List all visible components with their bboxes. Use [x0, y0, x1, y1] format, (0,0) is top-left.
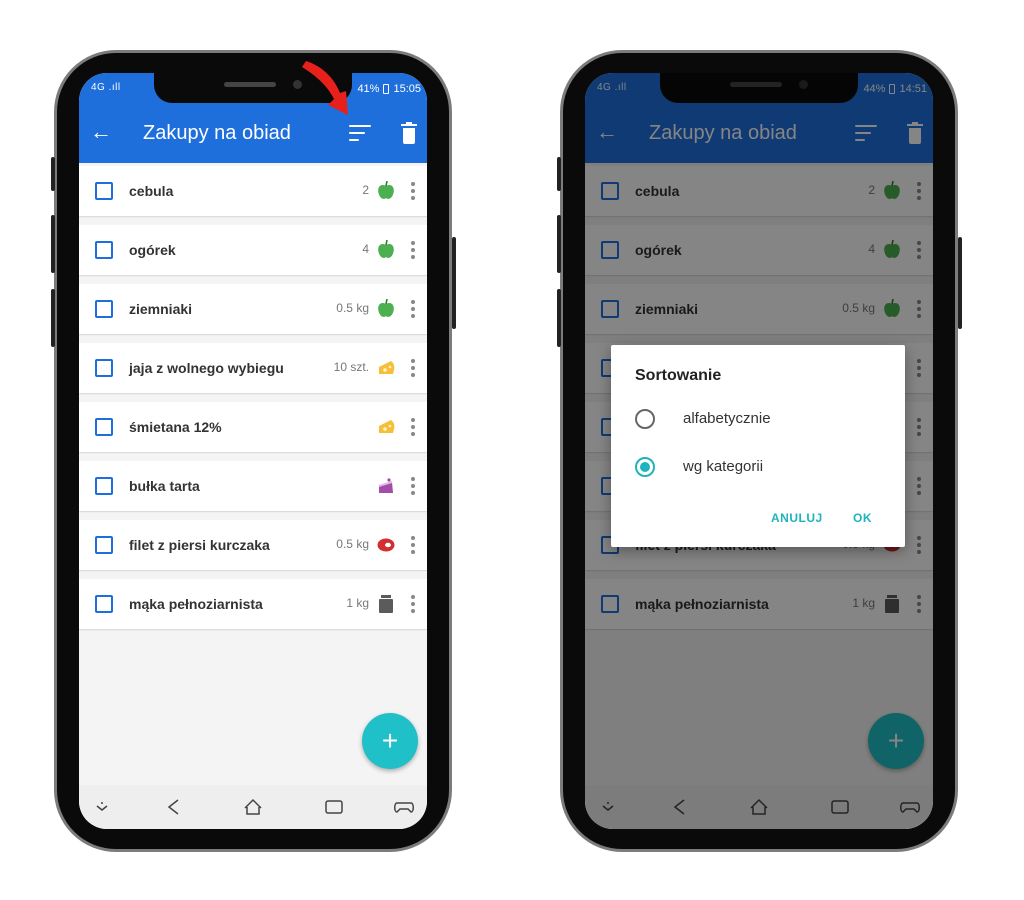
- screen: 4G .ıll 41% 15:05 ← Zakupy na obiad cebu…: [79, 73, 427, 829]
- dialog-title: Sortowanie: [635, 367, 722, 384]
- more-options-icon[interactable]: [411, 595, 415, 613]
- sort-dialog: Sortowanie alfabetycznie wg kategorii AN…: [611, 345, 905, 547]
- clock: 15:05: [393, 83, 421, 95]
- list-item[interactable]: ogórek 4: [79, 225, 427, 275]
- option-label: wg kategorii: [683, 458, 764, 475]
- item-quantity: 1 kg: [346, 596, 369, 610]
- item-checkbox[interactable]: [95, 418, 113, 436]
- volume-down-button: [51, 289, 55, 347]
- add-item-button[interactable]: +: [362, 713, 418, 769]
- trash-icon[interactable]: [401, 122, 417, 144]
- list-item[interactable]: cebula 2: [79, 166, 427, 216]
- cancel-button[interactable]: ANULUJ: [771, 511, 823, 525]
- battery-percent: 41%: [357, 83, 380, 95]
- side-button: [557, 157, 561, 191]
- item-quantity: 0.5 kg: [336, 301, 369, 315]
- list-item[interactable]: mąka pełnoziarnista 1 kg: [79, 579, 427, 629]
- sort-icon[interactable]: [349, 125, 371, 143]
- volume-down-button: [557, 289, 561, 347]
- battery-icon: [383, 84, 390, 94]
- meat-icon: [377, 538, 395, 552]
- back-nav-icon[interactable]: [163, 797, 185, 817]
- power-button: [958, 237, 962, 329]
- phone-left: 4G .ıll 41% 15:05 ← Zakupy na obiad cebu…: [51, 50, 456, 852]
- hide-nav-icon[interactable]: [91, 797, 113, 817]
- shopping-list: cebula 2 ogórek 4 ziemniaki 0.5 kg: [79, 166, 427, 638]
- more-options-icon[interactable]: [411, 477, 415, 495]
- list-item[interactable]: jaja z wolnego wybiegu 10 szt.: [79, 343, 427, 393]
- list-item[interactable]: bułka tarta: [79, 461, 427, 511]
- item-quantity: 10 szt.: [333, 360, 369, 374]
- screen: 4G .ıll 44% 14:51 ← Zakupy na obiad cebu…: [585, 73, 933, 829]
- item-checkbox[interactable]: [95, 359, 113, 377]
- gamepad-icon[interactable]: [393, 797, 415, 817]
- pointer-arrow-icon: [302, 61, 348, 115]
- side-button: [51, 157, 55, 191]
- sort-option-alphabetical[interactable]: alfabetycznie: [635, 405, 885, 433]
- item-name: bułka tarta: [129, 478, 200, 494]
- status-right: 41% 15:05: [357, 83, 421, 95]
- more-options-icon[interactable]: [411, 536, 415, 554]
- item-checkbox[interactable]: [95, 536, 113, 554]
- more-options-icon[interactable]: [411, 300, 415, 318]
- recents-nav-icon[interactable]: [323, 797, 345, 817]
- more-options-icon[interactable]: [411, 241, 415, 259]
- power-button: [452, 237, 456, 329]
- volume-up-button: [51, 215, 55, 273]
- item-checkbox[interactable]: [95, 182, 113, 200]
- item-name: mąka pełnoziarnista: [129, 596, 263, 612]
- apple-icon: [378, 181, 394, 199]
- more-options-icon[interactable]: [411, 182, 415, 200]
- apple-icon: [378, 240, 394, 258]
- home-nav-icon[interactable]: [242, 797, 264, 817]
- apple-icon: [378, 299, 394, 317]
- volume-up-button: [557, 215, 561, 273]
- more-options-icon[interactable]: [411, 418, 415, 436]
- item-checkbox[interactable]: [95, 241, 113, 259]
- phone-right: 4G .ıll 44% 14:51 ← Zakupy na obiad cebu…: [557, 50, 962, 852]
- item-name: śmietana 12%: [129, 419, 222, 435]
- cake-icon: [378, 478, 393, 493]
- back-arrow-icon[interactable]: ←: [89, 120, 113, 144]
- item-quantity: 0.5 kg: [336, 537, 369, 551]
- ok-button[interactable]: OK: [853, 511, 872, 525]
- item-quantity: 4: [362, 242, 369, 256]
- item-name: jaja z wolnego wybiegu: [129, 360, 284, 376]
- item-checkbox[interactable]: [95, 595, 113, 613]
- item-name: filet z piersi kurczaka: [129, 537, 270, 553]
- signal-indicator: 4G .ıll: [91, 82, 121, 93]
- more-options-icon[interactable]: [411, 359, 415, 377]
- item-checkbox[interactable]: [95, 477, 113, 495]
- item-quantity: 2: [362, 183, 369, 197]
- list-item[interactable]: ziemniaki 0.5 kg: [79, 284, 427, 334]
- sort-option-category[interactable]: wg kategorii: [635, 453, 885, 481]
- cheese-icon: [379, 420, 395, 433]
- radio-button-selected[interactable]: [635, 457, 655, 477]
- item-name: cebula: [129, 183, 174, 199]
- item-name: ziemniaki: [129, 301, 193, 317]
- page-title: Zakupy na obiad: [143, 122, 291, 144]
- item-name: ogórek: [129, 242, 176, 258]
- jar-icon: [379, 595, 393, 613]
- app-bar: ← Zakupy na obiad: [79, 106, 427, 163]
- option-label: alfabetycznie: [683, 410, 771, 427]
- list-item[interactable]: śmietana 12%: [79, 402, 427, 452]
- item-checkbox[interactable]: [95, 300, 113, 318]
- radio-button[interactable]: [635, 409, 655, 429]
- list-item[interactable]: filet z piersi kurczaka 0.5 kg: [79, 520, 427, 570]
- navigation-bar: [79, 785, 427, 829]
- cheese-icon: [379, 361, 395, 374]
